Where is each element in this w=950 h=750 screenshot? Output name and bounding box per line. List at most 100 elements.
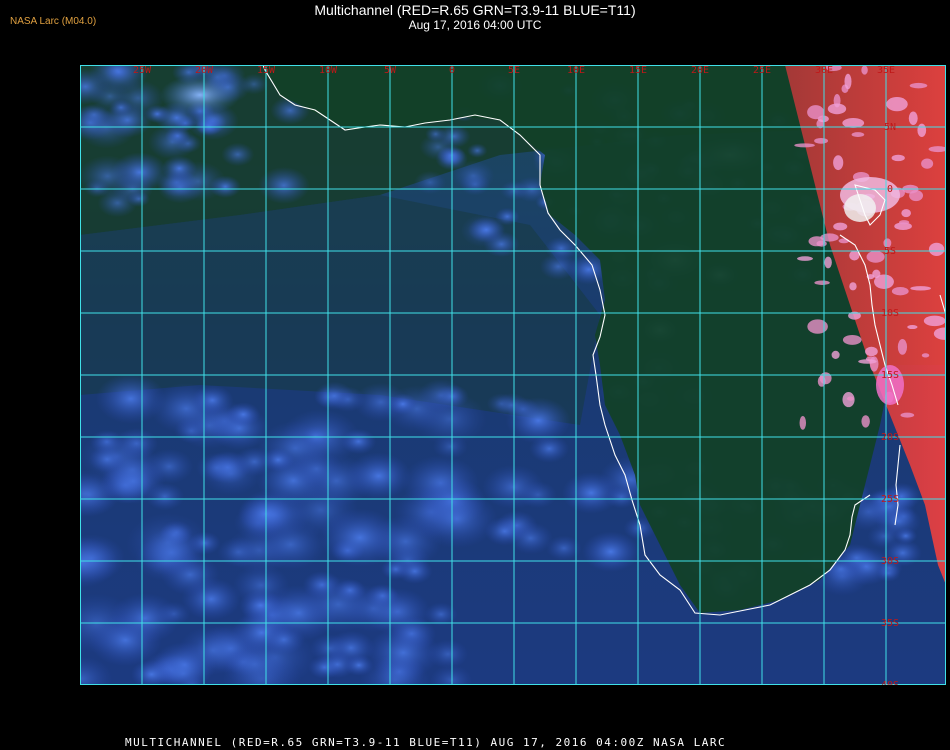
cloud-patch — [127, 190, 151, 207]
longitude-label: 20E — [691, 65, 709, 76]
pink-speckle — [820, 233, 839, 242]
pink-speckle — [861, 415, 870, 428]
pink-speckle — [917, 123, 927, 138]
cloud-patch — [126, 512, 210, 573]
cloud-patch — [340, 428, 377, 455]
pink-speckle — [842, 118, 865, 128]
pink-speckle — [819, 372, 832, 385]
cloud-patch — [217, 537, 260, 568]
cloud-patch — [346, 452, 412, 500]
longitude-label: 25E — [753, 65, 771, 76]
pink-speckle — [910, 286, 931, 291]
pink-speckle — [814, 137, 828, 144]
pink-speckle — [897, 339, 908, 355]
longitude-label: 15W — [257, 65, 276, 76]
pink-speckle — [807, 319, 828, 334]
pink-speckle — [846, 396, 854, 401]
pink-speckle — [814, 280, 830, 285]
cloud-patch — [366, 626, 440, 679]
pink-speckle — [824, 256, 832, 269]
longitude-label: 5W — [384, 65, 397, 76]
pink-speckle — [907, 325, 918, 330]
cloud-patch — [605, 485, 638, 509]
longitude-label: 30E — [815, 65, 833, 76]
cloud-patch — [875, 504, 922, 538]
pink-speckle — [900, 412, 915, 418]
longitude-label: 25W — [133, 65, 152, 76]
pink-speckle — [899, 220, 910, 225]
cloud-patch — [109, 99, 133, 116]
pink-speckle — [869, 356, 879, 372]
pink-speckle — [891, 154, 905, 162]
pink-speckle — [833, 222, 848, 231]
pink-speckle — [921, 158, 934, 169]
footer-caption: MULTICHANNEL (RED=R.65 GRN=T3.9-11 BLUE=… — [125, 736, 727, 749]
pink-speckle — [909, 82, 928, 89]
cloud-patch — [300, 425, 331, 447]
pink-speckle — [865, 346, 878, 357]
pink-speckle — [861, 65, 868, 75]
bright-cloud — [160, 75, 240, 115]
cloud-patch — [545, 236, 578, 260]
cloud-patch — [482, 464, 545, 510]
cloud-patch — [221, 142, 255, 167]
longitude-label: 10E — [567, 65, 585, 76]
pink-speckle — [797, 256, 813, 261]
latitude-label: 5S — [884, 246, 896, 257]
pink-speckle — [844, 73, 852, 90]
cloud-patch — [467, 143, 488, 158]
satellite-image: 25W 20W 15W 10W 5W 0 5E 10E 15E 20E 25E 30E 35E 5N 0 5S… — [80, 65, 946, 685]
pink-speckle — [908, 111, 918, 125]
pink-speckle — [794, 143, 815, 148]
latitude-label: 5N — [884, 122, 896, 133]
cloud-patch — [161, 155, 198, 182]
image-timestamp: Aug 17, 2016 04:00 UTC — [408, 18, 542, 32]
cloud-patch — [191, 385, 234, 416]
cloud-patch — [234, 447, 275, 477]
longitude-label: 5E — [508, 65, 520, 76]
latitude-label: 40S — [881, 680, 899, 685]
pink-speckle — [833, 155, 844, 171]
pink-speckle — [858, 359, 877, 364]
longitude-label: 0 — [449, 65, 455, 76]
pink-speckle — [807, 105, 825, 120]
cloud-patch — [319, 508, 401, 567]
latitude-label: 30S — [881, 556, 899, 567]
pink-speckle — [928, 242, 945, 256]
cloud-patch — [437, 124, 471, 149]
pink-speckle — [874, 274, 894, 289]
pink-speckle — [827, 103, 847, 115]
cloud-patch — [298, 576, 378, 633]
cloud-patch — [290, 449, 343, 488]
pink-speckle — [799, 416, 807, 430]
pink-speckle — [866, 250, 885, 263]
cloud-patch — [109, 593, 181, 644]
latitude-label: 15S — [881, 370, 899, 381]
longitude-label: 35E — [877, 65, 895, 76]
pink-speckle — [886, 96, 908, 112]
image-title: Multichannel (RED=R.65 GRN=T3.9-11 BLUE=… — [314, 2, 636, 18]
latitude-label: 10S — [881, 308, 899, 319]
pink-speckle — [831, 350, 840, 360]
pink-speckle — [849, 282, 857, 291]
cloud-patch — [239, 73, 269, 95]
pink-speckle — [901, 209, 911, 218]
latitude-label: 0 — [887, 184, 893, 195]
cloud-patch — [396, 558, 433, 585]
cloud-patch — [178, 625, 248, 676]
pink-speckle — [923, 315, 946, 327]
pink-speckle — [842, 334, 862, 345]
latitude-label: 35S — [881, 618, 899, 629]
cloud-patch — [452, 160, 495, 191]
lake — [844, 194, 876, 222]
pink-speckle — [851, 132, 865, 138]
satellite-map: 25W 20W 15W 10W 5W 0 5E 10E 15E 20E 25E 30E 35E 5N 0 5S… — [80, 65, 946, 685]
cloud-patch — [314, 381, 354, 410]
pink-speckle — [838, 238, 850, 244]
cloud-patch — [388, 393, 418, 415]
latitude-label: 25S — [881, 494, 899, 505]
longitude-label: 15E — [629, 65, 647, 76]
cloud-patch — [232, 564, 290, 606]
cloud-patch — [413, 170, 447, 194]
latitude-label: 20S — [881, 432, 899, 443]
